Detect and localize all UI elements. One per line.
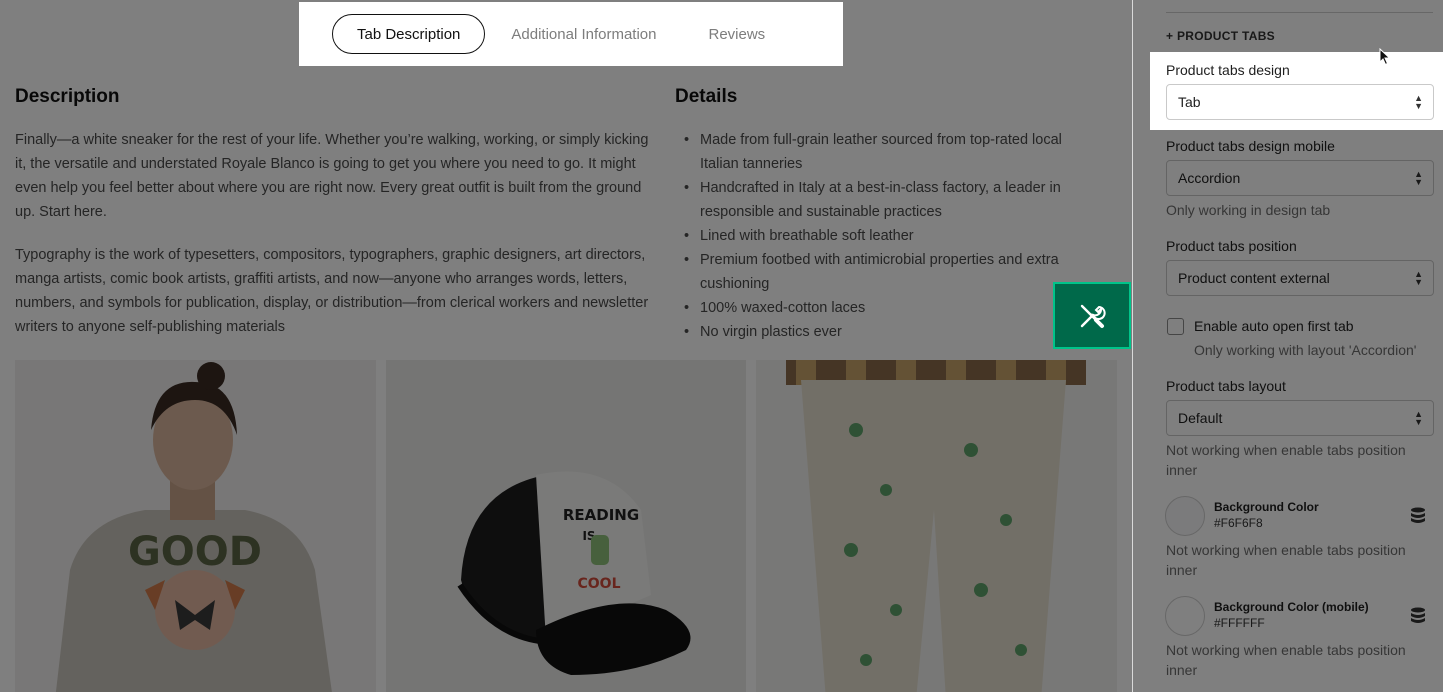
details-item: Lined with breathable soft leather [684, 224, 1100, 248]
product-tabs-design-select[interactable]: Tab ▲ ▼ [1166, 84, 1434, 120]
store-preview: Tab Description Additional Information R… [0, 0, 1132, 692]
database-icon[interactable] [1410, 607, 1426, 625]
select-arrows-icon: ▲ ▼ [1414, 93, 1423, 111]
description-paragraph-2: Typography is the work of typesetters, c… [15, 247, 649, 335]
background-color-mobile-swatch[interactable] [1165, 596, 1205, 636]
help-text: Not working when enable tabs position in… [1166, 542, 1406, 578]
product-tabs-design-mobile-label: Product tabs design mobile [1166, 138, 1335, 154]
help-text: Not working when enable tabs position in… [1166, 642, 1406, 678]
settings-panel: + PRODUCT TABS Product tabs design Tab ▲… [1132, 0, 1443, 692]
wrench-screwdriver-icon [1080, 304, 1106, 328]
details-item: 100% waxed-cotton laces [684, 296, 1100, 320]
description-paragraph-1: Finally—a white sneaker for the rest of … [15, 132, 649, 220]
product-tabs-layout-select[interactable]: Default ▲ ▼ [1166, 400, 1434, 436]
highlighted-field: Product tabs design Tab ▲ ▼ [1150, 52, 1443, 130]
product-tabs-bar: Tab Description Additional Information R… [299, 2, 843, 66]
editor-tool-button[interactable] [1053, 282, 1131, 349]
help-text: Only working with layout 'Accordion' [1194, 342, 1417, 358]
details-item: Premium footbed with antimicrobial prope… [684, 248, 1100, 296]
sweatshirt-model-image: GOOD [15, 360, 376, 692]
select-value: Default [1178, 410, 1223, 426]
details-list: Made from full-grain leather sourced fro… [684, 128, 1100, 344]
select-arrows-icon: ▲ ▼ [1414, 409, 1423, 427]
select-value: Product content external [1178, 270, 1330, 286]
tab-reviews[interactable]: Reviews [708, 26, 765, 43]
details-item: No virgin plastics ever [684, 320, 1100, 344]
tab-additional-information[interactable]: Additional Information [511, 26, 656, 43]
background-color-value: #F6F6F8 [1214, 516, 1263, 530]
tab-description[interactable]: Tab Description [332, 14, 486, 54]
select-arrows-icon: ▲ ▼ [1414, 169, 1423, 187]
background-color-mobile-label: Background Color (mobile) [1214, 600, 1369, 614]
divider [1166, 12, 1433, 13]
description-title: Description [15, 86, 120, 107]
details-item: Handcrafted in Italy at a best-in-class … [684, 176, 1100, 224]
trucker-cap-image: READING IS COOL [386, 360, 746, 692]
details-title: Details [675, 86, 738, 107]
select-arrows-icon: ▲ ▼ [1414, 269, 1423, 287]
product-tabs-position-select[interactable]: Product content external ▲ ▼ [1166, 260, 1434, 296]
background-color-swatch[interactable] [1165, 496, 1205, 536]
background-color-label: Background Color [1214, 500, 1319, 514]
auto-open-first-tab-label[interactable]: Enable auto open first tab [1194, 318, 1354, 334]
select-value: Tab [1178, 94, 1201, 110]
printed-pants-image [756, 360, 1117, 692]
background-color-mobile-value: #FFFFFF [1214, 616, 1265, 630]
select-value: Accordion [1178, 170, 1241, 186]
help-text: Not working when enable tabs position in… [1166, 442, 1406, 478]
product-tabs-position-label: Product tabs position [1166, 238, 1297, 254]
svg-text:GOOD: GOOD [128, 529, 262, 575]
product-tabs-design-label: Product tabs design [1166, 62, 1290, 78]
product-tabs-design-mobile-select[interactable]: Accordion ▲ ▼ [1166, 160, 1434, 196]
cap-text-bottom: COOL [578, 576, 621, 592]
section-header-product-tabs[interactable]: + PRODUCT TABS [1166, 29, 1275, 43]
help-text: Only working in design tab [1166, 202, 1331, 218]
cap-text-top: READING [563, 506, 639, 524]
mouse-cursor-icon [1379, 48, 1391, 66]
product-tabs-layout-label: Product tabs layout [1166, 378, 1286, 394]
database-icon[interactable] [1410, 507, 1426, 525]
auto-open-first-tab-checkbox[interactable] [1167, 318, 1184, 335]
details-item: Made from full-grain leather sourced fro… [684, 128, 1100, 176]
